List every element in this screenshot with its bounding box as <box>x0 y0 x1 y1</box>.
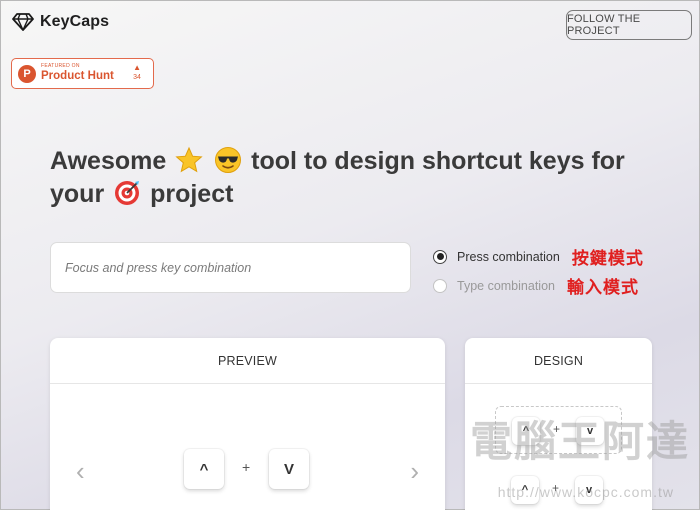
product-hunt-icon: P <box>18 64 36 83</box>
key-combination-input[interactable] <box>50 242 411 293</box>
headline-part4: project <box>150 180 234 208</box>
press-combination-label: Press combination <box>457 249 560 264</box>
headline-part1: Awesome <box>50 147 167 175</box>
chevron-right-icon[interactable]: › <box>410 458 419 484</box>
design-title: DESIGN <box>465 338 652 384</box>
preview-key-v: V <box>269 449 309 489</box>
sunglasses-emoji-icon <box>215 147 242 173</box>
type-combination-option[interactable]: Type combination 輸入模式 <box>433 273 639 298</box>
headline-part3: your <box>50 180 105 208</box>
site-watermark: 電腦王阿達 http://www.kocpc.com.tw <box>470 402 690 502</box>
featured-on-label: FEATURED ON <box>41 63 80 70</box>
watermark-url: http://www.kocpc.com.tw <box>497 484 674 500</box>
preview-title: PREVIEW <box>50 338 445 384</box>
product-hunt-badge[interactable]: P FEATURED ON Product Hunt ▲ 34 <box>11 58 154 89</box>
press-combination-option[interactable]: Press combination 按鍵模式 <box>433 244 644 269</box>
upvote-count: ▲ 34 <box>133 63 141 82</box>
chevron-left-icon[interactable]: ‹ <box>76 458 85 484</box>
product-hunt-name: Product Hunt <box>41 70 114 83</box>
diamond-logo-icon <box>12 13 34 31</box>
preview-panel: PREVIEW ‹ ^ + V › <box>50 338 445 510</box>
type-combination-label: Type combination <box>457 278 555 293</box>
page-headline: Awesome tool to design shortcut keys for… <box>50 145 650 211</box>
star-emoji-icon <box>175 146 203 173</box>
logo-text: KeyCaps <box>40 13 110 30</box>
vote-count: 34 <box>133 74 141 81</box>
type-mode-annotation: 輸入模式 <box>566 278 639 297</box>
keycaps-logo[interactable]: KeyCaps <box>12 13 109 31</box>
upvote-arrow-icon: ▲ <box>133 63 141 72</box>
type-combination-radio[interactable] <box>433 278 447 293</box>
follow-project-button[interactable]: FOLLOW THE PROJECT <box>566 10 692 40</box>
dart-target-emoji-icon <box>115 181 140 205</box>
press-mode-annotation: 按鍵模式 <box>571 249 644 268</box>
preview-plus-separator: + <box>242 459 251 475</box>
preview-key-ctrl: ^ <box>184 449 224 489</box>
watermark-text: 電腦王阿達 <box>469 417 690 466</box>
headline-part2: tool to design shortcut keys for <box>251 147 625 175</box>
press-combination-radio[interactable] <box>433 249 447 264</box>
